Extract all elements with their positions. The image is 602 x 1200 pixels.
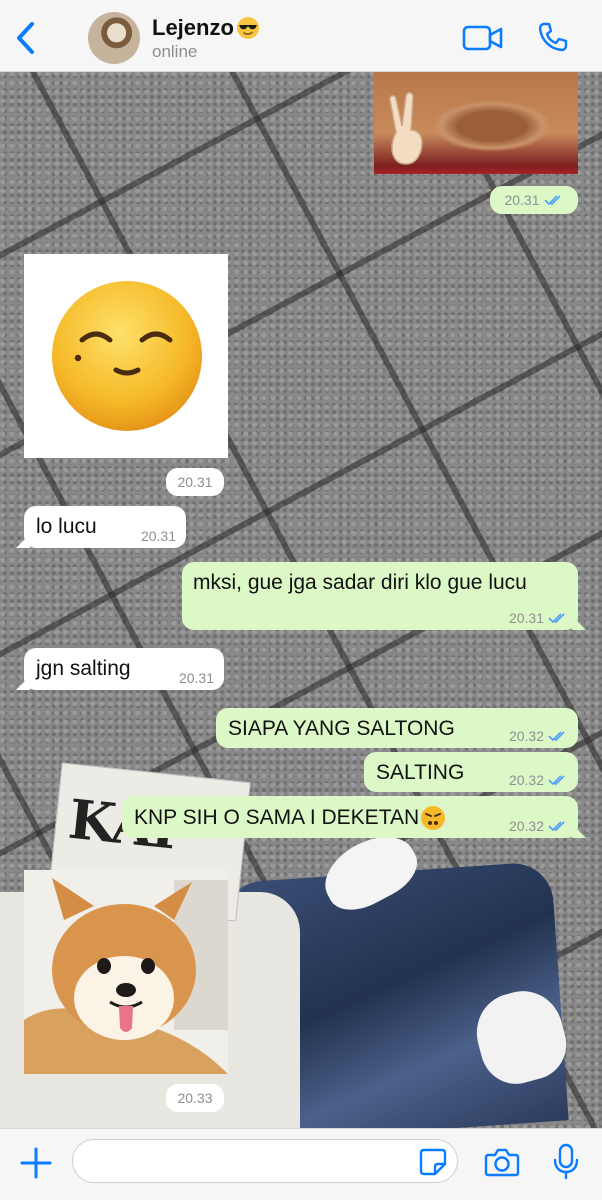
plus-icon — [20, 1147, 52, 1179]
message-input[interactable] — [72, 1139, 458, 1183]
peace-hand-sticker[interactable] — [374, 72, 578, 174]
contact-avatar[interactable] — [88, 12, 140, 64]
camera-button[interactable] — [484, 1146, 520, 1178]
message-time: 20.31 — [141, 528, 176, 544]
contact-status: online — [152, 42, 198, 61]
message-text: jgn salting — [36, 657, 131, 680]
chat-header: Lejenzo online — [0, 0, 602, 72]
video-call-button[interactable] — [462, 22, 504, 54]
message-text-label: KNP SIH O SAMA I DEKETAN — [134, 806, 420, 829]
back-button[interactable] — [12, 18, 42, 58]
sticker-icon — [419, 1148, 447, 1176]
message-time: 20.31 — [177, 474, 213, 490]
video-camera-icon — [462, 25, 503, 51]
outgoing-message-bubble[interactable]: KNP SIH O SAMA I DEKETAN 20.32 — [122, 796, 586, 838]
message-text: lo lucu — [36, 515, 97, 538]
message-time: 20.31 — [509, 610, 568, 626]
voice-message-button[interactable] — [552, 1143, 580, 1181]
relieved-face-sticker[interactable] — [24, 254, 228, 458]
read-ticks-icon — [548, 731, 565, 742]
message-time: 20.31 — [179, 670, 214, 686]
chevron-left-icon — [17, 22, 34, 54]
chat-area[interactable]: KAI 20.31 — [0, 72, 602, 1128]
message-text: SALTING — [376, 761, 465, 784]
message-time-label: 20.32 — [508, 728, 544, 744]
composer-bar — [0, 1128, 602, 1200]
message-time: 20.31 — [504, 192, 540, 208]
contact-name[interactable]: Lejenzo — [152, 15, 260, 41]
camera-icon — [484, 1148, 520, 1177]
triumph-face-emoji-icon — [420, 806, 446, 830]
message-time-label: 20.32 — [508, 818, 544, 834]
message-time: 20.33 — [177, 1090, 213, 1106]
read-ticks-icon — [548, 821, 565, 832]
message-time-label: 20.31 — [140, 528, 176, 544]
victory-hand-icon — [389, 92, 423, 165]
message-time-label: 20.32 — [508, 772, 544, 788]
outgoing-message-bubble[interactable]: mksi, gue jga sadar diri klo gue lucu 20… — [182, 562, 586, 630]
microphone-icon — [553, 1143, 579, 1180]
outgoing-message-bubble[interactable]: SALTING 20.32 — [364, 752, 578, 792]
incoming-message-bubble[interactable]: lo lucu 20.31 — [16, 506, 186, 548]
message-time: 20.32 — [509, 818, 568, 834]
message-time-label: 20.31 — [508, 610, 544, 626]
message-text: SIAPA YANG SALTONG — [228, 717, 455, 740]
message-text: mksi, gue jga sadar diri klo gue lucu — [193, 571, 527, 594]
sticker-timestamp: 20.31 — [166, 468, 224, 496]
sticker-timestamp: 20.31 — [490, 186, 578, 214]
read-ticks-icon — [543, 195, 561, 206]
photo-timestamp: 20.33 — [166, 1084, 224, 1112]
read-ticks-icon — [548, 775, 565, 786]
shiba-dog-photo[interactable] — [24, 870, 228, 1074]
dog-image — [24, 870, 228, 1074]
sticker-lips — [432, 100, 552, 152]
message-time-label: 20.31 — [178, 670, 214, 686]
attach-button[interactable] — [18, 1145, 54, 1181]
voice-call-button[interactable] — [536, 20, 570, 54]
relieved-face-icon — [52, 281, 202, 431]
message-text: KNP SIH O SAMA I DEKETAN — [134, 804, 447, 832]
incoming-message-bubble[interactable]: jgn salting 20.31 — [16, 648, 224, 690]
phone-icon — [538, 22, 568, 52]
message-time: 20.32 — [509, 728, 568, 744]
read-ticks-icon — [548, 613, 565, 624]
message-time: 20.32 — [509, 772, 568, 788]
outgoing-message-bubble[interactable]: SIAPA YANG SALTONG 20.32 — [216, 708, 578, 748]
contact-name-label: Lejenzo — [152, 15, 234, 40]
sunglasses-emoji-icon — [236, 17, 259, 39]
sticker-button[interactable] — [418, 1147, 448, 1177]
